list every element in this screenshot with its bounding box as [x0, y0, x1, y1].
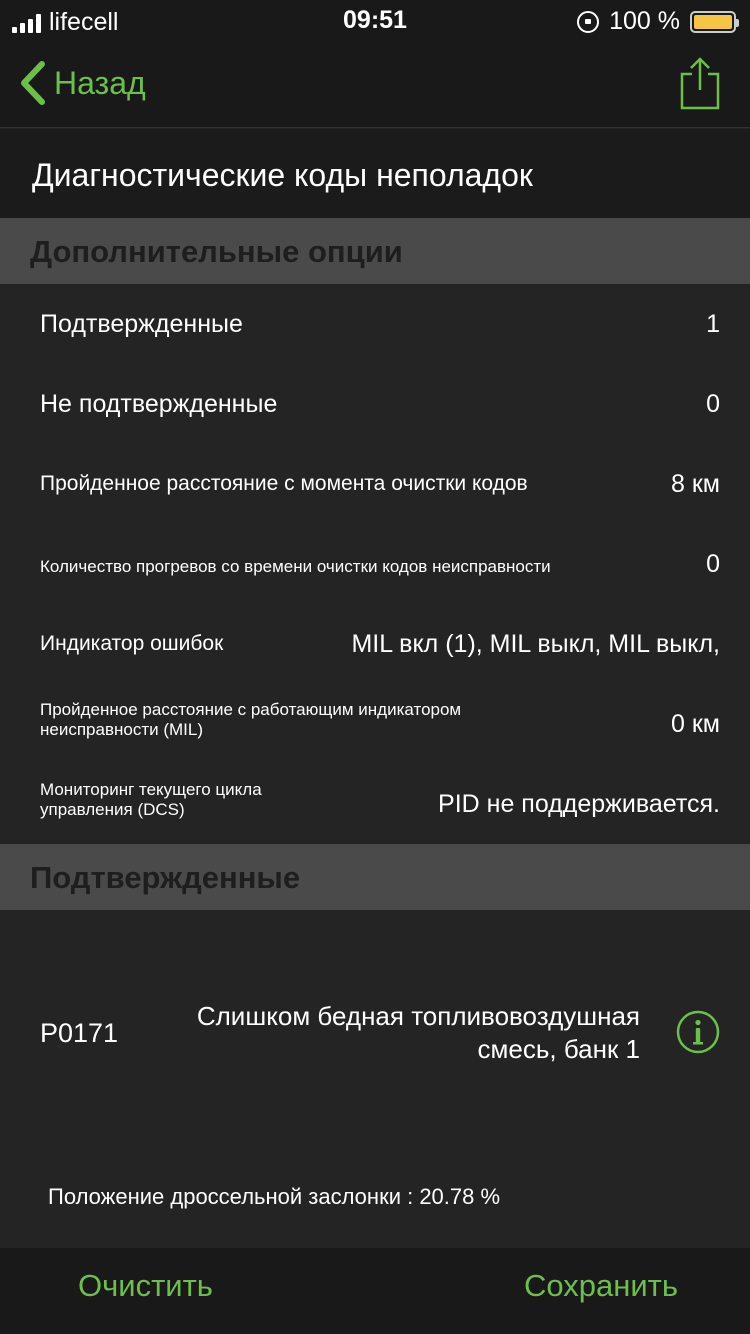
- share-icon[interactable]: [678, 56, 722, 112]
- option-value: PID не поддерживается.: [438, 790, 720, 818]
- option-row-unconfirmed: Не подтвержденные 0: [0, 364, 750, 444]
- section-title-options: Дополнительные опции: [30, 234, 403, 269]
- option-value: 0: [706, 390, 720, 418]
- option-label: Мониторинг текущего цикла управления (DC…: [40, 780, 262, 819]
- clear-button[interactable]: Очистить: [78, 1268, 213, 1304]
- option-row-confirmed: Подтвержденные 1: [0, 284, 750, 364]
- save-button[interactable]: Сохранить: [524, 1268, 678, 1304]
- option-value: 0: [706, 550, 720, 578]
- rotation-lock-icon: [577, 10, 600, 33]
- section-header-options: Дополнительные опции: [0, 218, 750, 284]
- chevron-left-icon: [21, 61, 45, 105]
- back-label: Назад: [54, 64, 146, 101]
- option-label: Не подтвержденные: [40, 390, 278, 418]
- trouble-code-id: P0171: [40, 1018, 119, 1048]
- option-value: MIL вкл (1), MIL выкл, MIL выкл,: [351, 630, 720, 658]
- option-label: Количество прогревов со времени очистки …: [40, 557, 551, 576]
- info-icon[interactable]: [676, 1010, 720, 1054]
- option-row-distance-since-clear: Пройденное расстояние с момента очистки …: [0, 444, 750, 524]
- bottom-toolbar: Очистить Сохранить: [0, 1248, 750, 1334]
- option-value: 8 км: [671, 470, 720, 498]
- title-bar: Диагностические коды неполадок: [0, 129, 750, 218]
- battery-icon: [690, 10, 739, 33]
- section-header-confirmed: Подтвержденные: [0, 844, 750, 910]
- throttle-position: Положение дроссельной заслонки : 20.78 %: [48, 1184, 501, 1209]
- trouble-code-item[interactable]: P0171 Слишком бедная топливовоздушная см…: [0, 910, 750, 1248]
- page-title: Диагностические коды неполадок: [32, 157, 533, 193]
- section-title-confirmed: Подтвержденные: [30, 860, 301, 895]
- option-row-mil-indicator: Индикатор ошибок MIL вкл (1), MIL выкл, …: [0, 604, 750, 684]
- option-row-distance-with-mil: Пройденное расстояние с работающим индик…: [0, 684, 750, 764]
- battery-percent: 100 %: [609, 7, 680, 35]
- option-label: Пройденное расстояние с момента очистки …: [40, 472, 528, 495]
- status-bar: lifecell 09:51 100 %: [0, 0, 750, 40]
- option-value: 1: [706, 310, 720, 338]
- option-row-dcs: Мониторинг текущего цикла управления (DC…: [0, 764, 750, 844]
- option-label: Пройденное расстояние с работающим индик…: [40, 700, 462, 739]
- navigation-bar: Назад: [0, 40, 750, 128]
- back-button[interactable]: Назад: [16, 60, 146, 106]
- option-label: Подтвержденные: [40, 310, 243, 338]
- status-right: 100 %: [577, 7, 739, 36]
- trouble-code-description: Слишком бедная топливовоздушная смесь, б…: [196, 1001, 640, 1064]
- option-value: 0 км: [671, 710, 720, 738]
- option-row-warmups: Количество прогревов со времени очистки …: [0, 524, 750, 604]
- option-label: Индикатор ошибок: [40, 632, 224, 655]
